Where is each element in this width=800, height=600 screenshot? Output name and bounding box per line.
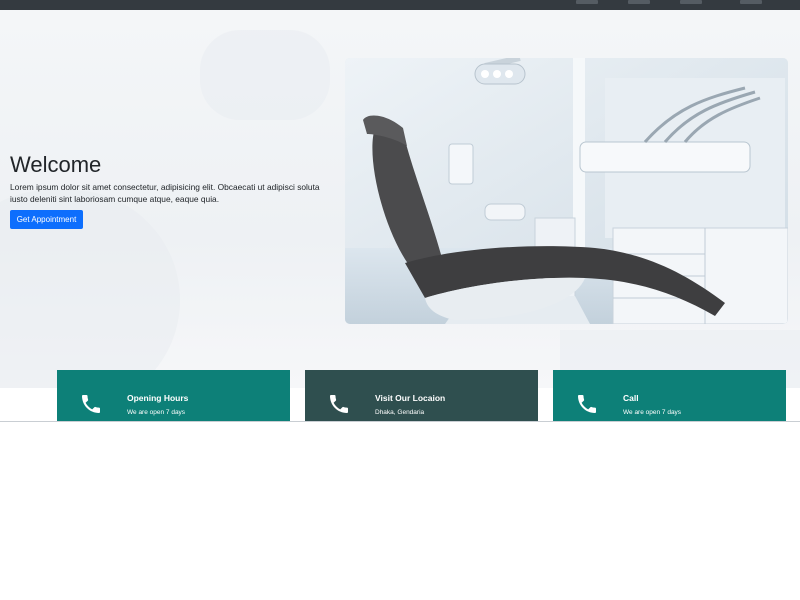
get-appointment-button[interactable]: Get Appointment [10,210,83,229]
hero-text: Welcome Lorem ipsum dolor sit amet conse… [10,153,330,205]
card-title: Call [623,393,639,403]
info-card-opening-hours: Opening Hours We are open 7 days [57,370,290,421]
card-subtitle: We are open 7 days [623,409,682,416]
background-lamp [200,30,330,120]
phone-icon [330,395,348,413]
page: Welcome Lorem ipsum dolor sit amet conse… [0,0,800,600]
hero-title: Welcome [10,152,102,177]
hero-description: Lorem ipsum dolor sit amet consectetur, … [10,182,320,204]
phone-icon [82,395,100,413]
nav-item-1[interactable] [576,0,598,4]
card-subtitle: Dhaka, Gendaria [375,409,425,416]
card-subtitle: We are open 7 days [127,409,186,416]
dental-chair-image [345,58,788,324]
card-title: Opening Hours [127,393,189,403]
top-navbar [0,0,800,10]
phone-icon [578,395,596,413]
card-title: Visit Our Locaion [375,393,446,403]
info-card-call: Call We are open 7 days [553,370,786,421]
section-divider [0,421,800,422]
nav-item-4[interactable] [740,0,762,4]
info-card-location: Visit Our Locaion Dhaka, Gendaria [305,370,538,421]
nav-item-2[interactable] [628,0,650,4]
nav-item-3[interactable] [680,0,702,4]
